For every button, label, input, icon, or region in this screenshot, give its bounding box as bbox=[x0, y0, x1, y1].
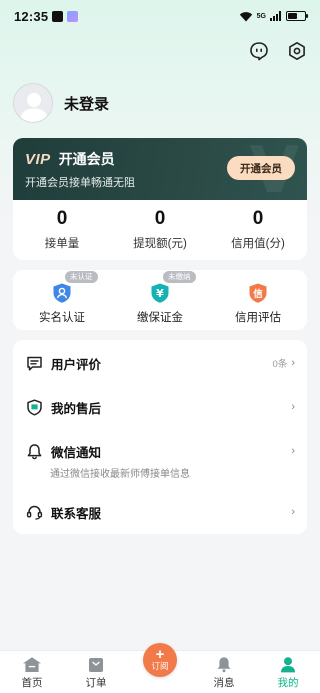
chat-bubble-icon[interactable] bbox=[248, 40, 270, 62]
profile-name[interactable]: 未登录 bbox=[64, 93, 109, 114]
menu-subtitle: 通过微信接收最新师傅接单信息 bbox=[50, 469, 190, 480]
after-sales-shield-icon bbox=[25, 398, 43, 416]
order-bag-icon bbox=[89, 658, 103, 672]
avatar[interactable] bbox=[13, 83, 53, 123]
chevron-right-icon: › bbox=[291, 401, 295, 413]
stat-label: 提现额(元) bbox=[133, 238, 187, 250]
app-notification-icon bbox=[67, 10, 79, 22]
header-actions bbox=[248, 40, 308, 62]
menu-title: 联系客服 bbox=[51, 506, 102, 521]
stat-withdrawal[interactable]: 0 提现额(元) bbox=[111, 200, 209, 260]
service-label: 信用评估 bbox=[235, 312, 281, 324]
service-credit[interactable]: 信 信用评估 bbox=[209, 270, 307, 330]
menu-right: 0条 › bbox=[273, 356, 295, 370]
open-vip-button[interactable]: 开通会员 bbox=[227, 156, 295, 180]
subscribe-button[interactable]: + 订阅 bbox=[143, 643, 177, 677]
nav-label: 我的 bbox=[277, 677, 299, 689]
settings-icon[interactable] bbox=[286, 40, 308, 62]
nav-mine[interactable]: 我的 bbox=[256, 651, 320, 693]
home-icon bbox=[23, 657, 41, 672]
nav-label: 订阅 bbox=[151, 660, 169, 671]
stats-card: 0 接单量 0 提现额(元) 0 信用值(分) bbox=[13, 200, 307, 260]
services-card: 未认证 实名认证 未缴纳 ¥ 缴保证金 信 信用评估 bbox=[13, 270, 307, 330]
network-label: 5G bbox=[256, 12, 266, 20]
vip-title: 开通会员 bbox=[58, 151, 115, 167]
stat-orders[interactable]: 0 接单量 bbox=[13, 200, 111, 260]
signal-icon bbox=[270, 11, 281, 21]
service-deposit[interactable]: 未缴纳 ¥ 缴保证金 bbox=[111, 270, 209, 330]
person-icon bbox=[281, 657, 295, 673]
bell-icon bbox=[25, 442, 43, 460]
nav-messages[interactable]: 消息 bbox=[192, 651, 256, 693]
bell-nav-icon bbox=[217, 657, 231, 673]
chevron-right-icon: › bbox=[291, 445, 295, 457]
svg-text:¥: ¥ bbox=[156, 287, 164, 300]
bottom-nav: 首页 订单 + 订阅 消息 我的 bbox=[0, 643, 320, 693]
nav-label: 订单 bbox=[85, 677, 107, 689]
menu-contact-support[interactable]: 联系客服 › bbox=[13, 501, 307, 523]
menu-right: › bbox=[291, 401, 295, 413]
nav-label: 消息 bbox=[213, 677, 235, 689]
chevron-right-icon: › bbox=[291, 506, 295, 518]
stat-credit[interactable]: 0 信用值(分) bbox=[209, 200, 307, 260]
menu-wechat-notify[interactable]: 微信通知 › bbox=[13, 440, 307, 462]
stat-label: 信用值(分) bbox=[231, 238, 285, 250]
nav-home[interactable]: 首页 bbox=[0, 651, 64, 693]
menu-after-sales[interactable]: 我的售后 › bbox=[13, 396, 307, 418]
vip-logo: VIP bbox=[25, 150, 51, 168]
menu-title: 微信通知 bbox=[51, 445, 102, 460]
nav-orders[interactable]: 订单 bbox=[64, 651, 128, 693]
profile-section[interactable]: 未登录 bbox=[13, 83, 109, 123]
svg-text:信: 信 bbox=[253, 288, 263, 300]
headset-icon bbox=[25, 503, 43, 521]
menu-title: 我的售后 bbox=[51, 401, 102, 416]
stat-value: 0 bbox=[56, 208, 68, 229]
message-square-icon bbox=[25, 354, 43, 372]
chevron-right-icon: › bbox=[291, 357, 295, 369]
status-bar: 12:35 5G bbox=[0, 0, 320, 32]
review-count: 0条 bbox=[272, 359, 288, 370]
wifi-icon bbox=[239, 11, 252, 21]
service-label: 实名认证 bbox=[39, 312, 85, 324]
plus-icon: + bbox=[155, 645, 165, 663]
menu-right: › bbox=[291, 506, 295, 518]
battery-icon bbox=[286, 11, 308, 21]
credit-shield-icon: 信 bbox=[249, 283, 267, 303]
stat-label: 接单量 bbox=[44, 238, 80, 250]
service-verification[interactable]: 未认证 实名认证 bbox=[13, 270, 111, 330]
vip-banner[interactable]: V VIP 开通会员 开通会员接单畅通无阻 开通会员 bbox=[13, 138, 307, 200]
menu-title: 用户评价 bbox=[51, 357, 102, 372]
status-time: 12:35 bbox=[14, 8, 49, 24]
nav-label: 首页 bbox=[21, 677, 43, 689]
nav-subscribe[interactable]: + 订阅 bbox=[128, 643, 192, 693]
status-badge: 未认证 bbox=[65, 271, 98, 283]
status-badge: 未缴纳 bbox=[163, 271, 196, 283]
stat-value: 0 bbox=[252, 208, 264, 229]
service-label: 缴保证金 bbox=[137, 312, 183, 324]
vip-subtitle: 开通会员接单畅通无阻 bbox=[25, 177, 135, 189]
menu-user-reviews[interactable]: 用户评价 0条 › bbox=[13, 352, 307, 374]
tiktok-icon bbox=[52, 10, 64, 22]
yuan-shield-icon: ¥ bbox=[151, 283, 169, 303]
menu-right: › bbox=[291, 445, 295, 457]
stat-value: 0 bbox=[154, 208, 166, 229]
shield-person-icon bbox=[53, 283, 71, 303]
